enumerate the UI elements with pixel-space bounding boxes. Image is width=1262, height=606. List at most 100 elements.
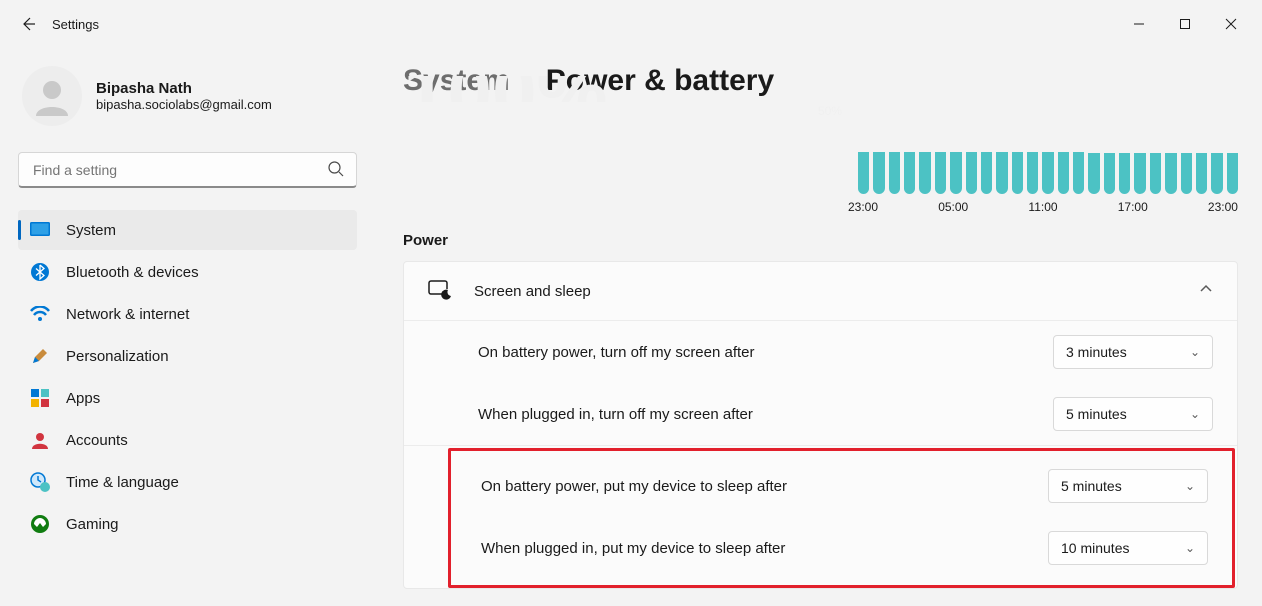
row-battery-sleep: On battery power, put my device to sleep… xyxy=(451,455,1232,517)
sidebar-item-personalization[interactable]: Personalization xyxy=(18,336,357,376)
chevron-down-icon: ⌄ xyxy=(1185,479,1195,493)
screen-sleep-header[interactable]: Screen and sleep xyxy=(404,262,1237,321)
dropdown-plugged-sleep[interactable]: 10 minutes ⌄ xyxy=(1048,531,1208,565)
bluetooth-icon xyxy=(30,262,50,282)
chart-bar xyxy=(1211,153,1222,194)
chevron-down-icon: ⌄ xyxy=(1185,541,1195,555)
chart-bar xyxy=(1134,153,1145,194)
sidebar-item-label: System xyxy=(66,222,116,239)
profile-name: Bipasha Nath xyxy=(96,80,272,97)
row-plugged-sleep: When plugged in, put my device to sleep … xyxy=(451,517,1232,579)
gaming-icon xyxy=(30,514,50,534)
sidebar-item-label: Apps xyxy=(66,390,100,407)
sidebar-item-label: Accounts xyxy=(66,432,128,449)
row-battery-screen-off: On battery power, turn off my screen aft… xyxy=(404,321,1237,383)
highlighted-sleep-rows: On battery power, put my device to sleep… xyxy=(448,448,1235,588)
dropdown-value: 10 minutes xyxy=(1061,540,1129,556)
dropdown-value: 5 minutes xyxy=(1066,406,1127,422)
row-plugged-screen-off: When plugged in, turn off my screen afte… xyxy=(404,383,1237,445)
sidebar-item-label: Bluetooth & devices xyxy=(66,264,199,281)
maximize-icon xyxy=(1179,18,1191,30)
chart-bar xyxy=(1012,152,1023,194)
sidebar-item-system[interactable]: System xyxy=(18,210,357,250)
sidebar-item-apps[interactable]: Apps xyxy=(18,378,357,418)
chart-x-tick: 23:00 xyxy=(848,200,878,214)
minimize-button[interactable] xyxy=(1116,8,1162,40)
battery-chart: 50% 23:00 05:00 11:00 17:00 23:00 xyxy=(818,104,1238,214)
chart-bar xyxy=(996,152,1007,194)
chart-x-tick: 17:00 xyxy=(1118,200,1148,214)
person-icon xyxy=(30,74,74,118)
chart-bar xyxy=(1088,153,1099,194)
section-power-title: Power xyxy=(403,232,1238,249)
sidebar-item-label: Personalization xyxy=(66,348,169,365)
profile-email: bipasha.sociolabs@gmail.com xyxy=(96,97,272,112)
maximize-button[interactable] xyxy=(1162,8,1208,40)
sidebar-item-accounts[interactable]: Accounts xyxy=(18,420,357,460)
chart-x-tick: 11:00 xyxy=(1028,200,1057,214)
sidebar-item-time-language[interactable]: Time & language xyxy=(18,462,357,502)
chart-bar xyxy=(1042,152,1053,194)
chart-bar xyxy=(873,152,884,194)
dropdown-value: 3 minutes xyxy=(1066,344,1127,360)
accounts-icon xyxy=(30,430,50,450)
battery-percent-large: 100% xyxy=(403,76,608,102)
wifi-icon xyxy=(30,304,50,324)
chart-bar xyxy=(904,152,915,194)
chart-x-tick: 23:00 xyxy=(1208,200,1238,214)
chart-bar xyxy=(966,152,977,194)
back-button[interactable] xyxy=(12,8,44,40)
chart-bar xyxy=(919,152,930,194)
screen-sleep-card: Screen and sleep On battery power, turn … xyxy=(403,261,1238,589)
close-button[interactable] xyxy=(1208,8,1254,40)
chart-bar xyxy=(950,152,961,194)
search-input[interactable] xyxy=(18,152,357,188)
paintbrush-icon xyxy=(30,346,50,366)
system-icon xyxy=(30,220,50,240)
dropdown-battery-screen-off[interactable]: 3 minutes ⌄ xyxy=(1053,335,1213,369)
chevron-down-icon: ⌄ xyxy=(1190,345,1200,359)
chevron-down-icon: ⌄ xyxy=(1190,407,1200,421)
chart-bar xyxy=(1073,152,1084,194)
chevron-up-icon xyxy=(1199,282,1213,301)
sidebar-item-network[interactable]: Network & internet xyxy=(18,294,357,334)
window-title: Settings xyxy=(52,17,99,32)
sidebar-item-bluetooth[interactable]: Bluetooth & devices xyxy=(18,252,357,292)
chart-x-tick: 05:00 xyxy=(938,200,968,214)
chart-bar xyxy=(1181,153,1192,194)
chart-bar xyxy=(1227,153,1238,194)
row-label: On battery power, turn off my screen aft… xyxy=(478,344,1053,361)
profile-block[interactable]: Bipasha Nath bipasha.sociolabs@gmail.com xyxy=(18,58,357,146)
chart-bar xyxy=(1104,153,1115,194)
dropdown-battery-sleep[interactable]: 5 minutes ⌄ xyxy=(1048,469,1208,503)
screen-sleep-icon xyxy=(428,280,450,302)
clock-globe-icon xyxy=(30,472,50,492)
screen-sleep-label: Screen and sleep xyxy=(474,283,1175,300)
chart-bar xyxy=(935,152,946,194)
dropdown-value: 5 minutes xyxy=(1061,478,1122,494)
chart-bar xyxy=(1119,153,1130,194)
chart-bar xyxy=(1150,153,1161,194)
sidebar-item-label: Time & language xyxy=(66,474,179,491)
row-label: On battery power, put my device to sleep… xyxy=(481,478,1048,495)
avatar xyxy=(22,66,82,126)
chart-bar xyxy=(1058,152,1069,194)
chart-bar xyxy=(981,152,992,194)
sidebar-item-gaming[interactable]: Gaming xyxy=(18,504,357,544)
close-icon xyxy=(1225,18,1237,30)
arrow-left-icon xyxy=(20,16,36,32)
chart-bar xyxy=(889,152,900,194)
chart-bar xyxy=(1196,153,1207,194)
minimize-icon xyxy=(1133,18,1145,30)
sidebar-item-label: Network & internet xyxy=(66,306,189,323)
sidebar-item-label: Gaming xyxy=(66,516,119,533)
chart-bar xyxy=(1027,152,1038,194)
apps-icon xyxy=(30,388,50,408)
chart-y-label: 50% xyxy=(818,104,1238,118)
row-label: When plugged in, put my device to sleep … xyxy=(481,540,1048,557)
chart-bar xyxy=(1165,153,1176,194)
chart-bar xyxy=(858,152,869,194)
row-label: When plugged in, turn off my screen afte… xyxy=(478,406,1053,423)
dropdown-plugged-screen-off[interactable]: 5 minutes ⌄ xyxy=(1053,397,1213,431)
search-icon xyxy=(327,160,345,183)
